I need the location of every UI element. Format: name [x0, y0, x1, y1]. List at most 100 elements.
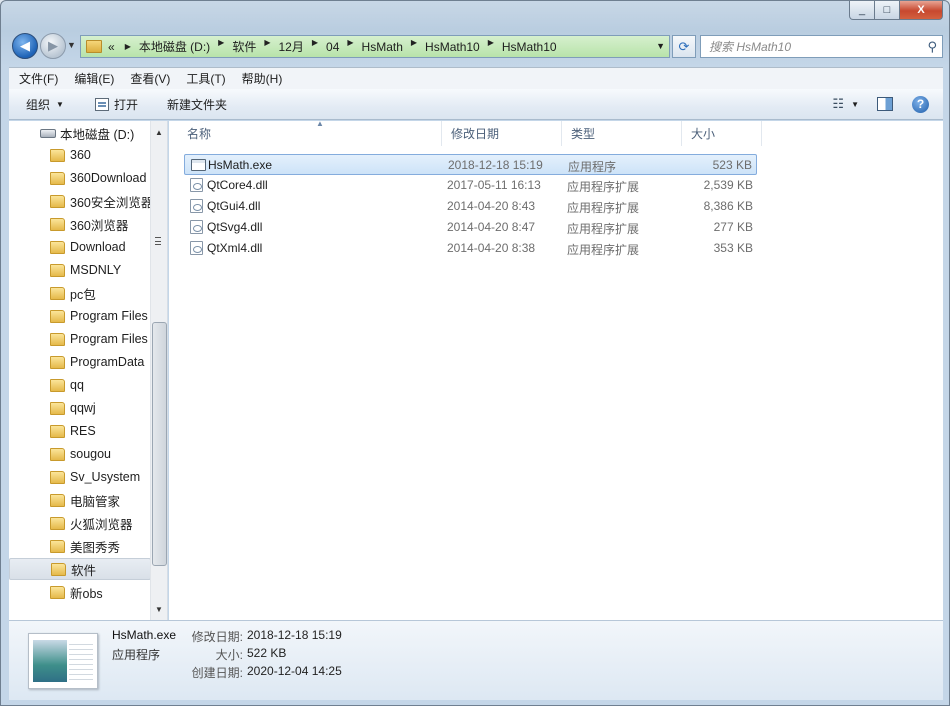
folder-icon: [50, 355, 65, 369]
file-row[interactable]: QtCore4.dll 2017-05-11 16:13 应用程序扩展 2,539 K…: [184, 175, 757, 196]
file-list-pane: 名称 ▲ 修改日期 类型 大小 HsMath.exe 2018-12-18 15:…: [169, 119, 943, 620]
tree-item-folder[interactable]: sougou: [9, 443, 151, 465]
chevron-right-icon[interactable]: ▶: [312, 38, 318, 55]
tree-item-drive-d[interactable]: 本地磁盘 (D:): [9, 122, 151, 144]
maximize-button[interactable]: □: [875, 1, 900, 20]
scrollbar-thumb[interactable]: [152, 322, 167, 566]
menu-file[interactable]: 文件(F): [11, 70, 66, 87]
file-row[interactable]: QtGui4.dll 2014-04-20 8:43 应用程序扩展 8,386 KB: [184, 196, 757, 217]
breadcrumb-item[interactable]: HsMath: [362, 38, 403, 55]
details-created-label: 创建日期:: [191, 666, 243, 680]
chevron-right-icon[interactable]: ▶: [488, 38, 494, 55]
tree-item-folder[interactable]: ProgramData: [9, 351, 151, 373]
recent-pages-dropdown[interactable]: ▼: [67, 40, 76, 50]
tree-item-folder[interactable]: 360: [9, 144, 151, 166]
dll-icon: [190, 178, 203, 192]
chevron-right-icon[interactable]: ▶: [125, 42, 131, 51]
menu-help[interactable]: 帮助(H): [234, 70, 291, 87]
forward-button[interactable]: ▶: [40, 33, 66, 59]
menu-edit[interactable]: 编辑(E): [66, 70, 122, 87]
tree-item-label: Sv_Usystem: [70, 470, 141, 484]
breadcrumb: 本地磁盘 (D:) ▶ 软件 ▶ 12月 ▶ 04 ▶ HsMath ▶ HsMath10 ▶ HsMa…: [139, 38, 557, 55]
view-dropdown-button[interactable]: ▼: [851, 100, 859, 109]
minimize-button[interactable]: _: [849, 1, 875, 20]
preview-pane-icon[interactable]: [877, 97, 893, 111]
search-icon[interactable]: ⚲: [927, 39, 937, 55]
tree-item-label: qqwj: [70, 401, 96, 415]
file-row[interactable]: HsMath.exe 2018-12-18 15:19 应用程序 523 KB: [184, 154, 757, 175]
tree-item-folder[interactable]: 360安全浏览器: [9, 190, 151, 212]
search-input[interactable]: 搜索 HsMath10 ⚲: [700, 35, 943, 58]
column-header-name[interactable]: 名称 ▲: [178, 119, 442, 146]
column-header-date[interactable]: 修改日期: [442, 121, 562, 146]
menu-view[interactable]: 查看(V): [122, 70, 178, 87]
breadcrumb-item[interactable]: HsMath10: [502, 38, 557, 55]
folder-icon: [50, 516, 65, 530]
tree-item-folder[interactable]: Program Files: [9, 305, 151, 327]
tree-item-folder[interactable]: 软件: [9, 558, 151, 580]
chevron-right-icon[interactable]: ▶: [264, 38, 270, 55]
back-button[interactable]: ◀: [12, 33, 38, 59]
file-size: 277 KB: [713, 220, 753, 234]
file-date: 2018-12-18 15:19: [448, 158, 543, 172]
tree-item-folder[interactable]: 电脑管家: [9, 489, 151, 511]
tree-item-label: ProgramData: [70, 355, 145, 369]
tree-item-folder[interactable]: Program Files: [9, 328, 151, 350]
tree-item-folder[interactable]: 360浏览器: [9, 213, 151, 235]
refresh-button[interactable]: ⟳: [672, 35, 696, 58]
tree-item-folder[interactable]: qq: [9, 374, 151, 396]
tree-item-folder[interactable]: RES: [9, 420, 151, 442]
tree-item-folder[interactable]: pc包: [9, 282, 151, 304]
column-header-type[interactable]: 类型: [562, 121, 682, 146]
address-bar[interactable]: « ▶ 本地磁盘 (D:) ▶ 软件 ▶ 12月 ▶ 04 ▶ HsMath ▶ HsMath10 ▶…: [80, 35, 670, 58]
dll-icon: [190, 220, 203, 234]
folder-icon: [50, 309, 65, 323]
scroll-up-arrow-icon[interactable]: ▲: [151, 124, 167, 141]
change-view-icon[interactable]: ☷: [832, 96, 844, 112]
breadcrumb-item[interactable]: HsMath10: [425, 38, 480, 55]
details-created-value: 2020-12-04 14:25: [247, 664, 342, 678]
tree-item-folder[interactable]: MSDNLY: [9, 259, 151, 281]
dll-icon: [190, 241, 203, 255]
tree-item-folder[interactable]: Sv_Usystem: [9, 466, 151, 488]
tree-item-label: 火狐浏览器: [70, 517, 133, 532]
file-date: 2014-04-20 8:43: [447, 199, 536, 213]
open-icon: [94, 97, 109, 111]
drive-icon: [40, 128, 56, 138]
file-name: QtGui4.dll: [207, 199, 261, 213]
chevron-right-icon[interactable]: ▶: [218, 38, 224, 55]
tree-item-folder[interactable]: qqwj: [9, 397, 151, 419]
chevron-right-icon[interactable]: ▶: [411, 38, 417, 55]
menu-tools[interactable]: 工具(T): [178, 70, 233, 87]
tree-item-folder[interactable]: 火狐浏览器: [9, 512, 151, 534]
open-button[interactable]: 打开: [73, 89, 147, 119]
tree-item-label: qq: [70, 378, 84, 392]
scroll-down-arrow-icon[interactable]: ▼: [151, 601, 167, 618]
close-button[interactable]: X: [900, 1, 943, 20]
organize-button[interactable]: 组织 ▼: [9, 89, 73, 119]
folder-icon: [50, 585, 65, 599]
nav-scrollbar[interactable]: ▲ ▼: [150, 121, 167, 620]
tree-item-folder[interactable]: Download: [9, 236, 151, 258]
breadcrumb-overflow-button[interactable]: «: [108, 40, 115, 54]
details-file-type: 应用程序: [112, 648, 161, 662]
folder-icon: [51, 562, 66, 576]
breadcrumb-label: HsMath10: [501, 39, 557, 54]
folder-icon: [50, 401, 65, 415]
chevron-right-icon[interactable]: ▶: [347, 38, 353, 55]
breadcrumb-item[interactable]: 软件: [232, 38, 256, 55]
details-pane: HsMath.exe 应用程序 修改日期: 2018-12-18 15:19 大…: [9, 620, 943, 700]
tree-item-folder[interactable]: 美图秀秀: [9, 535, 151, 557]
file-row[interactable]: QtXml4.dll 2014-04-20 8:38 应用程序扩展 353 KB: [184, 238, 757, 259]
new-folder-button[interactable]: 新建文件夹: [147, 89, 236, 119]
tree-item-folder[interactable]: 360Download: [9, 167, 151, 189]
breadcrumb-item[interactable]: 04: [326, 38, 339, 55]
file-row[interactable]: QtSvg4.dll 2014-04-20 8:47 应用程序扩展 277 KB: [184, 217, 757, 238]
breadcrumb-item[interactable]: 本地磁盘 (D:): [139, 38, 210, 55]
folder-icon: [50, 470, 65, 484]
breadcrumb-item[interactable]: 12月: [279, 38, 304, 55]
help-icon[interactable]: ?: [912, 95, 929, 113]
address-dropdown-button[interactable]: ▼: [656, 41, 665, 51]
column-header-size[interactable]: 大小: [682, 121, 762, 146]
tree-item-folder[interactable]: 新obs: [9, 581, 151, 603]
